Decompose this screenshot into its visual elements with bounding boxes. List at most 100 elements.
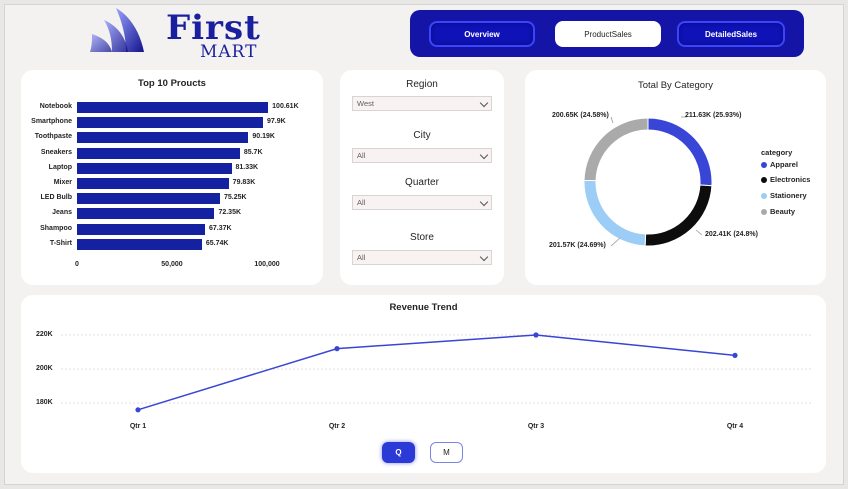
store-value: All [357, 253, 366, 262]
product-bar[interactable] [77, 223, 205, 235]
leader-line [610, 116, 614, 124]
filters-card: Region West City All Quarter All Store A… [340, 70, 504, 285]
donut-slice-beauty[interactable] [583, 117, 649, 182]
bar-category-label: Jeans [52, 209, 72, 217]
bar-data-label: 67.37K [209, 224, 232, 232]
leader-line [610, 237, 621, 247]
tab-productsales[interactable]: ProductSales [555, 21, 661, 47]
product-bar[interactable] [77, 132, 249, 144]
legend-dot [761, 208, 767, 215]
x-tick: Qtr 1 [129, 423, 147, 430]
brand-subname: MART [200, 42, 258, 62]
product-bar[interactable] [77, 102, 269, 113]
region-dropdown[interactable]: West [352, 96, 492, 111]
bar-data-label: 97.9K [267, 118, 286, 126]
city-label: City [413, 130, 431, 141]
y-tick: 180K [36, 399, 53, 406]
bar-data-label: 79.83K [232, 179, 256, 186]
page-nav: Overview ProductSales DetailedSales [410, 10, 804, 57]
bar-data-label: 81.33K [235, 163, 259, 171]
legend-item-apparel[interactable]: Apparel [761, 160, 798, 169]
chevron-down-icon [479, 252, 489, 262]
x-tick: Qtr 2 [328, 423, 346, 430]
bar-category-label: LED Bulb [40, 194, 73, 202]
bar-data-label: 72.35K [218, 209, 242, 217]
bar-category-label: Mixer [53, 179, 72, 186]
region-label: Region [406, 79, 438, 90]
donut-label-beauty: 200.65K (24.58%) [552, 112, 609, 119]
legend-dot [761, 161, 767, 168]
legend-label: Beauty [770, 207, 796, 216]
bar-category-label: Shampoo [40, 224, 72, 232]
bar-category-label: Smartphone [31, 118, 72, 126]
legend-label: Stationery [770, 191, 807, 200]
product-bar[interactable] [77, 178, 229, 189]
x-tick: Qtr 3 [527, 423, 545, 430]
quarter-value: All [357, 198, 366, 207]
bar-data-label: 75.25K [223, 194, 247, 202]
legend-dot [761, 176, 767, 183]
donut-label-stationery: 201.57K (24.69%) [549, 242, 606, 249]
legend-dot [761, 192, 767, 199]
bar-data-label: 65.74K [205, 239, 229, 247]
revenue-data-point[interactable] [334, 346, 340, 352]
product-bar[interactable] [77, 193, 220, 205]
bar-category-label: Sneakers [40, 148, 72, 156]
top-products-title: Top 10 Proucts [138, 78, 206, 89]
tab-overview[interactable]: Overview [429, 21, 535, 47]
revenue-data-point[interactable] [533, 332, 539, 338]
x-axis-tick: 50,000 [161, 261, 183, 268]
category-card: Total By Category 211.63K (25.93%) 202.4… [525, 70, 826, 285]
donut-label-apparel: 211.63K (25.93%) [685, 112, 742, 119]
revenue-trend-card: Revenue Trend 220K 200K 180K Qtr 1 Qtr 2… [21, 295, 826, 473]
wing-logo-icon [90, 8, 144, 52]
brand-logo: First MART [86, 6, 266, 62]
region-value: West [357, 99, 374, 108]
revenue-series-line [137, 334, 736, 411]
chevron-down-icon [479, 98, 489, 108]
donut-slice-stationery[interactable] [583, 179, 647, 247]
product-bar[interactable] [77, 208, 215, 220]
x-axis-tick: 100,000 [254, 261, 280, 268]
bar-data-label: 100.61K [272, 103, 299, 110]
store-label: Store [410, 232, 434, 243]
bar-category-label: Toothpaste [34, 133, 72, 141]
legend-title: category [761, 148, 793, 157]
y-tick: 220K [36, 331, 53, 338]
quarter-toggle-button[interactable]: Q [382, 442, 415, 463]
legend-item-stationery[interactable]: Stationery [761, 191, 807, 200]
product-bar[interactable] [77, 117, 263, 129]
chevron-down-icon [479, 197, 489, 207]
quarter-label: Quarter [405, 177, 439, 188]
bar-category-label: T-Shirt [49, 239, 72, 247]
legend-label: Electronics [770, 175, 811, 184]
city-value: All [357, 151, 366, 160]
product-bar[interactable] [77, 162, 232, 174]
city-dropdown[interactable]: All [352, 148, 492, 163]
bar-category-label: Laptop [48, 163, 72, 171]
legend-item-beauty[interactable]: Beauty [761, 207, 795, 216]
store-dropdown[interactable]: All [352, 250, 492, 265]
x-axis-tick: 0 [75, 261, 79, 268]
revenue-data-point[interactable] [135, 407, 141, 413]
tab-detailedsales[interactable]: DetailedSales [677, 21, 785, 47]
revenue-line-chart [61, 332, 813, 413]
x-tick: Qtr 4 [726, 423, 744, 430]
donut-slice-apparel[interactable] [647, 117, 713, 187]
product-bar[interactable] [77, 238, 202, 250]
month-toggle-button[interactable]: M [430, 442, 463, 463]
y-tick: 200K [36, 365, 53, 372]
product-bar[interactable] [77, 147, 240, 159]
bar-data-label: 85.7K [243, 148, 263, 156]
legend-label: Apparel [770, 160, 798, 169]
bar-data-label: 90.19K [252, 133, 275, 141]
revenue-data-point[interactable] [732, 352, 738, 358]
donut-label-electronics: 202.41K (24.8%) [705, 231, 758, 238]
chevron-down-icon [479, 150, 489, 160]
top-products-card: Top 10 Proucts Notebook 100.61K Smartphone… [21, 70, 323, 285]
leader-line [695, 229, 703, 236]
bar-category-label: Notebook [39, 103, 72, 110]
quarter-dropdown[interactable]: All [352, 195, 492, 210]
donut-slice-electronics[interactable] [644, 184, 713, 247]
legend-item-electronics[interactable]: Electronics [761, 175, 810, 184]
